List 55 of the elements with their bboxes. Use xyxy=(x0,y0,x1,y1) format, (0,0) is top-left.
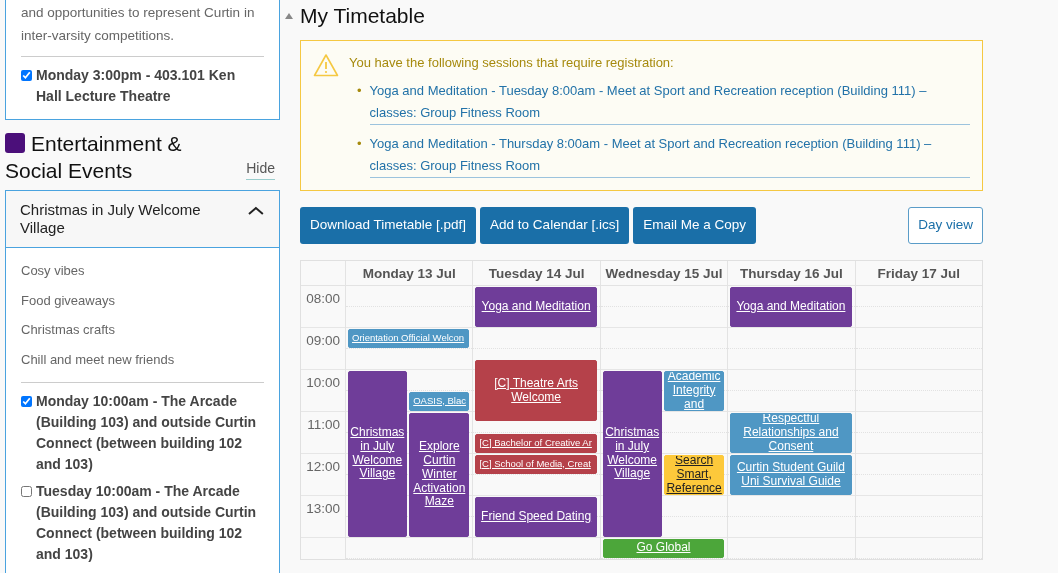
chevron-up-icon[interactable] xyxy=(247,205,265,218)
registration-link[interactable]: Yoga and Meditation - Tuesday 8:00am - Meet at Sport and Recreation reception (Building 111) – classes: Group Fitness Room xyxy=(369,80,970,126)
bullet-mark: • xyxy=(357,135,362,154)
session-label: Monday 10:00am - The Arcade (Building 103) and outside Curtin Connect (between building 102 and 103) xyxy=(36,392,258,475)
hide-link[interactable]: Hide xyxy=(246,158,275,181)
day-header: Tuesday 14 Jul xyxy=(488,265,585,281)
event-block[interactable]: Respectful Relationships and Consent xyxy=(730,412,852,453)
bullet-mark: • xyxy=(357,82,362,100)
day-header: Thursday 16 Jul xyxy=(740,265,843,281)
session-checkbox[interactable] xyxy=(21,69,32,81)
page-title: My Timetable xyxy=(300,3,425,29)
event-block[interactable]: [C] School of Media, Creat xyxy=(475,454,597,474)
time-label: 13:00 xyxy=(306,500,340,516)
day-header: Monday 13 Jul xyxy=(362,265,456,281)
event-block[interactable]: Go Global xyxy=(602,538,725,558)
session-checkbox[interactable] xyxy=(21,396,32,408)
day-header: Wednesday 15 Jul xyxy=(605,265,723,281)
feature-text: Christmas crafts xyxy=(21,321,116,340)
event-block[interactable]: Friend Speed Dating xyxy=(475,496,597,537)
event-block[interactable]: Explore Curtin Winter Activation Maze xyxy=(409,412,470,537)
session-label: Monday 3:00pm - 403.101 Ken Hall Lecture Theatre xyxy=(36,65,237,106)
action-button[interactable]: Add to Calendar [.ics] xyxy=(480,207,630,244)
event-block[interactable]: [C] Bachelor of Creative Ar xyxy=(475,433,597,453)
event-block[interactable]: Orientation Official Welcon xyxy=(348,328,470,348)
time-label: 10:00 xyxy=(306,374,340,390)
warning-icon xyxy=(313,52,339,77)
registration-link[interactable]: Yoga and Meditation - Thursday 8:00am - Meet at Sport and Recreation reception (Building 111) – classes: Group Fitness Room xyxy=(369,133,970,179)
event-block[interactable]: Christmas in July Welcome Village xyxy=(602,370,662,537)
time-label: 08:00 xyxy=(306,290,340,306)
event-block[interactable]: Academic Integrity and xyxy=(664,370,725,411)
event-block[interactable]: Yoga and Meditation xyxy=(475,286,597,327)
action-button[interactable]: Download Timetable [.pdf] xyxy=(300,207,477,244)
session-label: Tuesday 10:00am - The Arcade (Building 103) and outside Curtin Connect (between building 102 and 103) xyxy=(36,482,258,565)
alert-message: You have the following sessions that require registration: xyxy=(349,53,675,72)
category-heading: Entertainment & Social Events xyxy=(5,131,182,183)
action-button[interactable]: Email Me a Copy xyxy=(633,207,756,244)
event-block[interactable]: Curtin Student Guild Uni Survival Guide xyxy=(730,454,852,495)
accordion-header[interactable]: Christmas in July Welcome Village xyxy=(6,191,279,249)
day-header: Friday 17 Jul xyxy=(877,265,961,281)
day-view-button[interactable]: Day view xyxy=(908,207,983,244)
collapse-triangle-icon[interactable] xyxy=(284,11,294,20)
time-label: 12:00 xyxy=(306,458,340,474)
feature-text: Cosy vibes xyxy=(21,262,86,281)
event-block[interactable]: [C] Theatre Arts Welcome xyxy=(475,360,597,422)
feature-text: Chill and meet new friends xyxy=(21,350,176,369)
event-block[interactable]: Search Smart, Reference xyxy=(664,454,725,495)
feature-text: Food giveaways xyxy=(21,291,116,310)
event-block[interactable]: Yoga and Meditation xyxy=(730,286,852,327)
event-block[interactable]: OASIS, Blac xyxy=(409,391,470,411)
accordion-title: Christmas in July Welcome Village xyxy=(20,201,202,238)
event-block[interactable]: Christmas in July Welcome Village xyxy=(348,370,407,537)
time-label: 11:00 xyxy=(307,416,340,432)
session-checkbox[interactable] xyxy=(21,486,32,498)
description-text: and opportunities to represent Curtin in inter-varsity competitions. xyxy=(21,4,256,45)
time-label: 09:00 xyxy=(306,332,340,348)
